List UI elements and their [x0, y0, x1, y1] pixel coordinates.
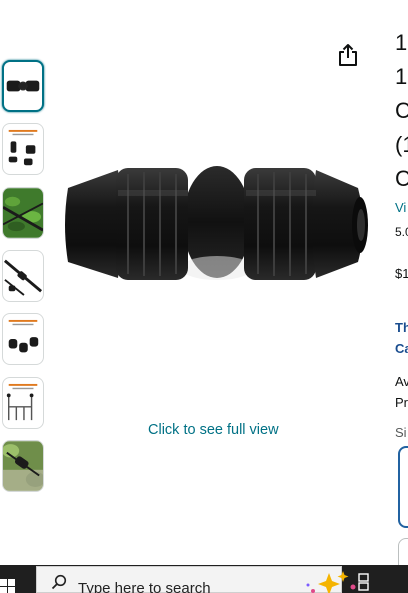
product-title-line-3: C [395, 98, 408, 123]
full-view-link[interactable]: Click to see full view [148, 422, 279, 438]
thumbnail-2[interactable] [2, 123, 44, 175]
search-placeholder: Type here to search [78, 580, 211, 593]
thumbnail-7[interactable] [2, 440, 44, 492]
product-title-line-5: C [395, 166, 408, 191]
promo-link-line-1[interactable]: Th [395, 320, 408, 335]
thumbnail-3[interactable] [2, 187, 44, 239]
size-option-selected[interactable] [398, 446, 408, 528]
thumbnail-6[interactable] [2, 377, 44, 429]
main-product-image[interactable] [58, 150, 376, 300]
price: $1 [395, 266, 408, 281]
task-view-icon[interactable] [350, 569, 380, 593]
taskbar: Type here to search [0, 565, 408, 593]
product-title-line-1: 1 [395, 30, 408, 55]
product-page: Click to see full view 1 1 C (1 C Vi 5.0… [0, 0, 408, 593]
taskbar-search-box[interactable]: Type here to search [36, 566, 356, 593]
thumbnail-5[interactable] [2, 313, 44, 365]
product-details-column: 1 1 C (1 C Vi 5.0 $1 Th Ca Av Pr Si [395, 0, 408, 565]
store-link[interactable]: Vi [395, 200, 406, 215]
rating-value: 5.0 [395, 225, 408, 239]
share-icon[interactable] [336, 42, 360, 68]
search-icon [51, 574, 67, 590]
size-option[interactable] [398, 538, 408, 565]
thumbnail-1[interactable] [2, 60, 44, 112]
windows-start-icon[interactable] [0, 565, 36, 593]
availability-line-1: Av [395, 374, 408, 389]
availability-line-2: Pr [395, 395, 408, 410]
product-title-line-2: 1 [395, 64, 408, 89]
thumbnail-4[interactable] [2, 250, 44, 302]
size-label: Si [395, 425, 407, 440]
promo-link-line-2[interactable]: Ca [395, 341, 408, 356]
product-title-line-4: (1 [395, 132, 408, 157]
